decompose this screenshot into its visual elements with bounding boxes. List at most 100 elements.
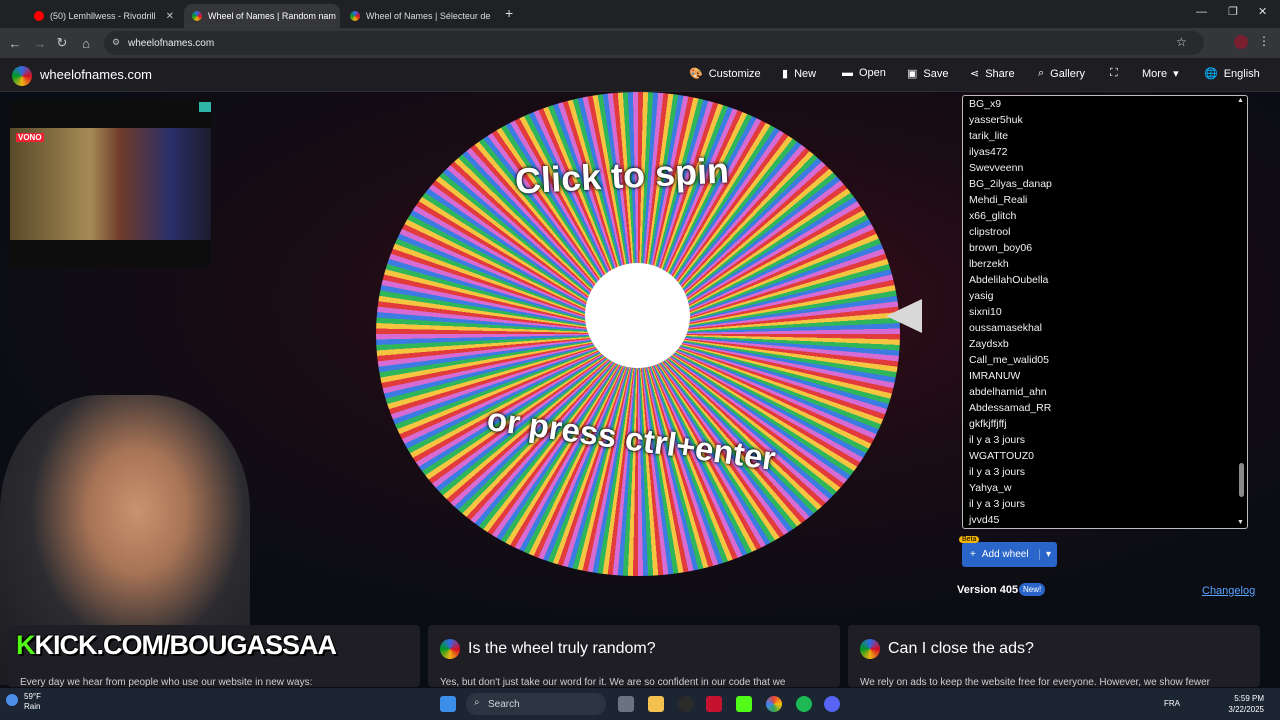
entry-item: Call_me_walid05	[969, 354, 1049, 366]
entry-item: gkfkjffjffj	[969, 418, 1007, 430]
maximize-icon[interactable]: ❐	[1228, 5, 1238, 18]
version-label: Version 405	[957, 584, 1019, 596]
close-icon[interactable]: ✕	[496, 11, 498, 22]
webcam-video	[10, 128, 211, 240]
close-icon[interactable]: ✕	[166, 11, 174, 22]
entry-item: ilyas472	[969, 146, 1008, 158]
entry-item: il y a 3 jours	[969, 498, 1026, 510]
add-wheel-label: Add wheel	[981, 549, 1029, 560]
kick-overlay-text: KKICK.COM/BOUGASSAA	[16, 630, 337, 661]
palette-icon: 🎨	[689, 68, 703, 80]
bookmark-star-icon[interactable]: ☆	[1176, 35, 1187, 49]
entry-item: lberzekh	[969, 258, 1009, 270]
scroll-up-icon[interactable]: ▲	[1237, 97, 1244, 104]
clock-time: 5:59 PM	[1234, 694, 1264, 703]
save-icon: ▣	[907, 68, 918, 80]
clock[interactable]: 5:59 PM 3/22/2025	[1204, 693, 1264, 715]
new-label: New	[794, 67, 817, 80]
kick-logo: K	[16, 630, 35, 660]
search-icon: ⌕	[474, 697, 480, 708]
file-icon: ▮	[782, 68, 789, 80]
entry-item: brown_boy06	[969, 242, 1033, 254]
tab-title: Wheel of Names | Random nam	[208, 11, 336, 21]
new-tab-icon[interactable]: +	[505, 5, 513, 21]
windows-start-icon[interactable]	[440, 696, 456, 712]
discord-icon[interactable]	[824, 696, 840, 712]
entries-scrollbar[interactable]: ▲ ▼	[1236, 97, 1246, 527]
wheel-pointer-icon	[886, 299, 922, 333]
open-button[interactable]: ▬ Open	[842, 67, 886, 79]
entry-item: il y a 3 jours	[969, 466, 1026, 478]
entry-item: clipstrool	[969, 226, 1011, 238]
acrobat-icon[interactable]	[706, 696, 722, 712]
browser-tab-2[interactable]: Wheel of Names | Random nam ✕	[184, 4, 340, 28]
faq-body: Yes, but don't just take our word for it…	[440, 677, 786, 687]
fullscreen-icon[interactable]: ⛶	[1110, 67, 1118, 80]
gallery-button[interactable]: ⌕ Gallery	[1038, 67, 1085, 80]
share-label: Share	[985, 67, 1015, 80]
profile-avatar[interactable]	[1234, 35, 1248, 49]
browser-tab-3[interactable]: Wheel of Names | Sélecteur de ✕	[342, 4, 498, 28]
more-button[interactable]: More ▾	[1142, 67, 1179, 81]
entry-item: oussamasekhal	[969, 322, 1042, 334]
close-window-icon[interactable]: ✕	[1258, 5, 1267, 18]
search-icon: ⌕	[1038, 67, 1045, 79]
entry-item: abdelhamid_ahn	[969, 386, 1047, 398]
weather-desc: Rain	[24, 702, 41, 711]
entry-item: Mehdi_Reali	[969, 194, 1028, 206]
tab-title: Wheel of Names | Sélecteur de	[366, 11, 491, 21]
new-button[interactable]: ▮ New	[782, 67, 817, 81]
wheel-logo-icon	[440, 639, 460, 659]
add-wheel-button[interactable]: + Add wheel ▾	[962, 542, 1057, 567]
input-language[interactable]: FRA	[1164, 699, 1180, 708]
spotify-icon[interactable]	[796, 696, 812, 712]
save-button[interactable]: ▣ Save	[907, 67, 949, 81]
browser-tab-1[interactable]: (50) Lemhllwess - Rivodrill ✕	[26, 4, 182, 28]
overlay-corner-icon	[199, 102, 211, 112]
chrome-icon[interactable]	[766, 696, 782, 712]
browser-menu-icon[interactable]: ⋮	[1258, 34, 1270, 48]
share-icon: ⋖	[970, 68, 980, 80]
changelog-link[interactable]: Changelog	[1202, 585, 1255, 597]
taskbar-search[interactable]: ⌕ Search	[466, 693, 606, 715]
entry-item: AbdelilahOubella	[969, 274, 1049, 286]
kick-app-icon[interactable]	[736, 696, 752, 712]
site-header: wheelofnames.com 🎨 Customize ▮ New ▬ Open ▣…	[0, 58, 1280, 92]
save-label: Save	[923, 67, 949, 80]
customize-button[interactable]: 🎨 Customize	[689, 67, 761, 81]
task-view-icon[interactable]	[618, 696, 634, 712]
globe-icon: 🌐	[1204, 68, 1218, 80]
taskbar: 59°F Rain ⌕ Search FRA 5:59 PM 3/22/2025	[0, 688, 1280, 720]
webcam-tag: VONO	[16, 133, 44, 142]
tab-bar: (50) Lemhllwess - Rivodrill ✕ Wheel of N…	[0, 0, 1280, 28]
file-explorer-icon[interactable]	[648, 696, 664, 712]
url-field[interactable]: ⚙ wheelofnames.com	[104, 31, 1204, 55]
entry-item: Swevveenn	[969, 162, 1024, 174]
forward-icon[interactable]: →	[30, 33, 50, 53]
entry-item: yasser5huk	[969, 114, 1023, 126]
share-button[interactable]: ⋖ Share	[970, 67, 1015, 81]
entry-item: BG_2ilyas_danap	[969, 178, 1052, 190]
site-info-icon[interactable]: ⚙	[112, 37, 120, 48]
entry-item: il y a 3 jours	[969, 434, 1026, 446]
entry-item: WGATTOUZ0	[969, 450, 1034, 462]
scrollbar-thumb[interactable]	[1239, 463, 1244, 497]
scroll-down-icon[interactable]: ▼	[1237, 519, 1244, 526]
language-button[interactable]: 🌐 English	[1204, 67, 1260, 81]
back-icon[interactable]: ←	[5, 33, 25, 53]
weather-widget[interactable]: 59°F Rain	[24, 692, 41, 712]
site-name[interactable]: wheelofnames.com	[40, 67, 152, 82]
entries-textbox[interactable]: BG_x9 yasser5huk tarik_lite ilyas472 Swevvee…	[962, 95, 1248, 529]
home-icon[interactable]: ⌂	[76, 33, 96, 53]
entry-item: Zaydsxb	[969, 338, 1009, 350]
wheel-center[interactable]	[585, 263, 690, 368]
new-badge: New!	[1019, 583, 1046, 596]
entry-item: tarik_lite	[969, 130, 1009, 142]
faq-body: Every day we hear from people who use ou…	[20, 677, 313, 687]
reload-icon[interactable]: ↻	[52, 33, 72, 53]
dropdown-caret-icon[interactable]: ▾	[1038, 549, 1057, 560]
minimize-icon[interactable]: —	[1196, 6, 1207, 18]
obs-icon[interactable]	[678, 696, 694, 712]
folder-icon: ▬	[842, 67, 853, 79]
wheel-logo-icon[interactable]	[12, 66, 32, 86]
